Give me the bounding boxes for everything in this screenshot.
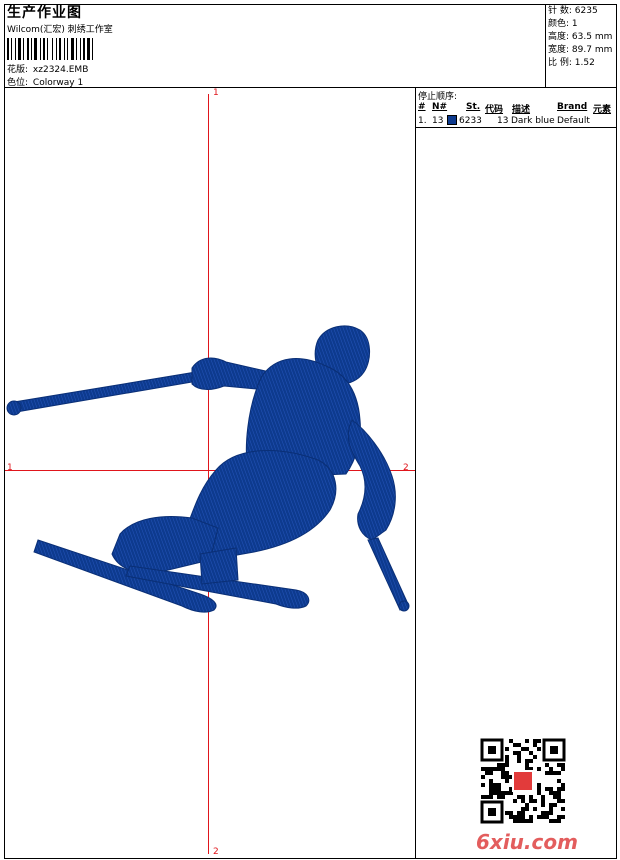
watermark-logo: 6xiu.com bbox=[476, 830, 578, 854]
skier-embroidery-design bbox=[6, 325, 410, 613]
qr-code bbox=[480, 738, 566, 824]
seal-icon bbox=[514, 772, 532, 790]
